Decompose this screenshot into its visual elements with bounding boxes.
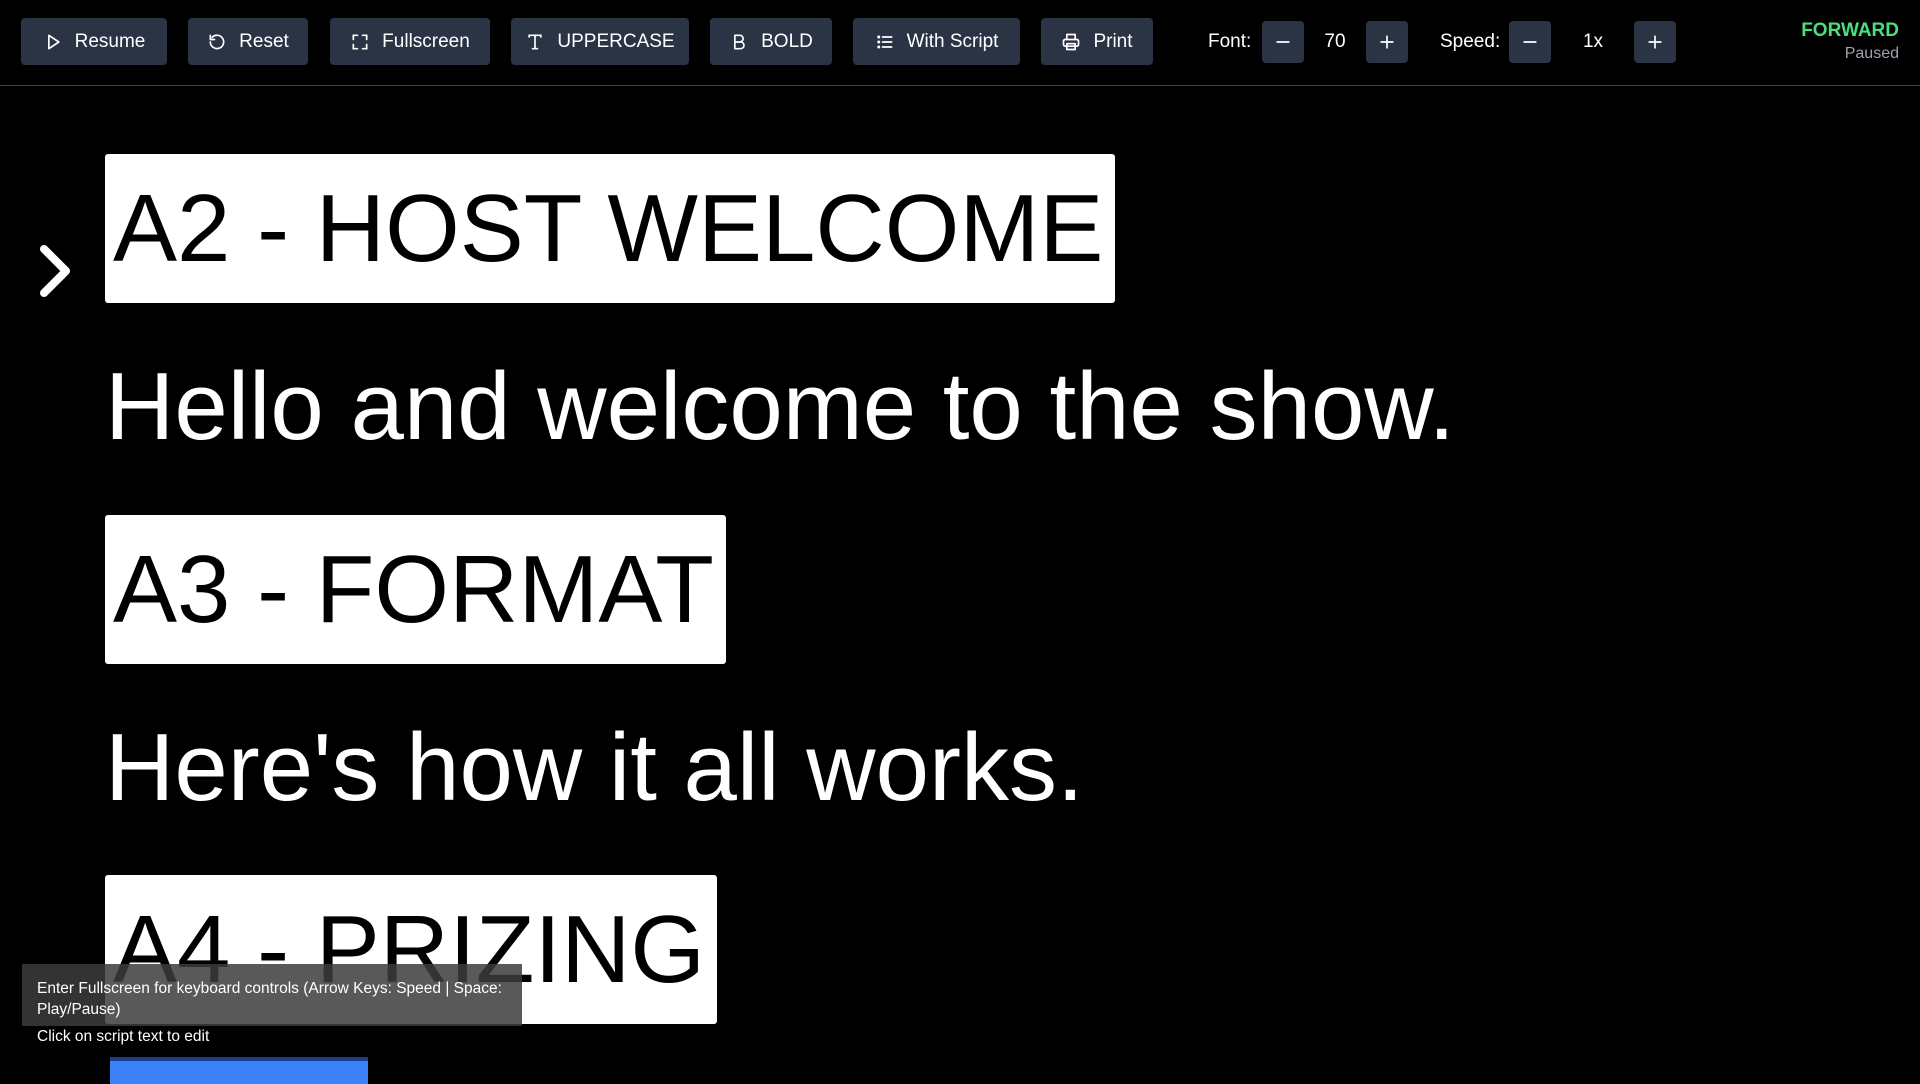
direction-status: FORWARD [1801, 20, 1899, 41]
speed-value: 1x [1582, 30, 1604, 52]
resume-button-label: Resume [74, 30, 146, 52]
resume-button[interactable]: Resume [21, 18, 167, 65]
bold-button[interactable]: BOLD [710, 18, 832, 65]
script-line[interactable]: Hello and welcome to the show. [105, 352, 1455, 462]
keyboard-hint: Enter Fullscreen for keyboard controls (… [22, 964, 522, 1026]
chevron-right-icon [40, 245, 70, 297]
speed-label: Speed: [1440, 30, 1501, 52]
reset-icon [209, 33, 225, 49]
bold-icon [734, 34, 745, 50]
reset-button[interactable]: Reset [188, 18, 308, 65]
font-size-value: 70 [1324, 30, 1346, 52]
script-heading[interactable]: A2 - HOST WELCOME [105, 154, 1116, 303]
playback-status: Paused [1844, 45, 1899, 62]
speed-decrease-button[interactable] [1509, 21, 1551, 63]
font-decrease-button[interactable] [1262, 21, 1304, 63]
script-heading[interactable]: A3 - FORMAT [105, 515, 726, 664]
minus-icon [1523, 41, 1537, 43]
reset-button-label: Reset [239, 30, 289, 52]
script-area[interactable]: A2 - HOST WELCOME Hello and welcome to t… [0, 86, 1920, 1084]
edit-hint: Click on script text to edit [37, 1028, 210, 1045]
fullscreen-button-label: Fullscreen [382, 30, 470, 52]
toolbar: Resume Reset Fullscreen UPPERCASE BOLD W… [0, 0, 1920, 86]
print-button-label: Print [1093, 30, 1133, 52]
print-button[interactable]: Print [1041, 18, 1153, 65]
text-type-icon [528, 34, 543, 50]
fullscreen-button[interactable]: Fullscreen [330, 18, 490, 65]
minus-icon [1276, 41, 1290, 43]
with-script-button[interactable]: With Script [853, 18, 1020, 65]
uppercase-button[interactable]: UPPERCASE [511, 18, 689, 65]
printer-icon [1063, 33, 1080, 50]
plus-icon [1380, 35, 1394, 49]
speed-increase-button[interactable] [1634, 21, 1676, 63]
play-icon [47, 34, 60, 50]
action-button[interactable] [110, 1057, 368, 1084]
bold-button-label: BOLD [761, 30, 813, 52]
plus-icon [1648, 35, 1662, 49]
list-icon [876, 34, 893, 49]
fullscreen-icon [352, 34, 368, 50]
uppercase-button-label: UPPERCASE [557, 30, 675, 52]
with-script-button-label: With Script [906, 30, 999, 52]
font-increase-button[interactable] [1366, 21, 1408, 63]
script-line[interactable]: Here's how it all works. [105, 713, 1084, 823]
font-label: Font: [1208, 30, 1252, 52]
